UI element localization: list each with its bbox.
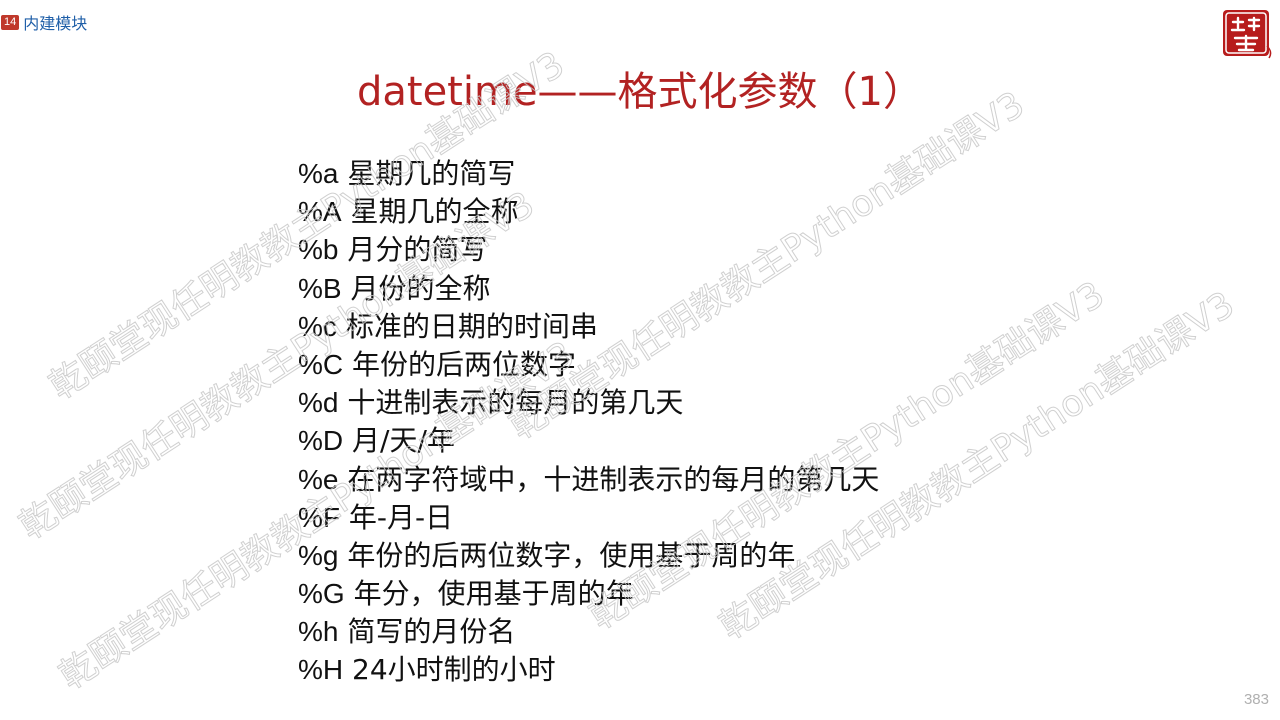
format-code: %D [298,425,344,457]
format-description: 十进制表示的每月的第几天 [347,386,684,420]
format-code: %g [298,539,339,571]
format-description: 24小时制的小时 [352,653,556,687]
format-description: 星期几的全称 [350,195,519,229]
format-description: 年份的后两位数字 [352,347,577,381]
format-item: %D 月/天/年 [298,422,879,460]
format-parameter-list: %a 星期几的简写 %A 星期几的全称 %b 月分的简写 %B 月份的全称 %c 标准的… [298,155,879,690]
format-item: %H 24小时制的小时 [298,651,879,689]
format-code: %A [298,196,342,228]
format-code: %b [298,234,339,266]
slide-title: datetime——格式化参数（1） [356,69,923,115]
format-item: %c 标准的日期的时间串 [298,308,879,346]
format-code: %e [298,463,339,495]
format-item: %A 星期几的全称 [298,193,879,231]
format-description: 年-月-日 [348,500,454,534]
section-label: 内建模块 [23,14,88,33]
page-number: 383 [1243,691,1269,708]
format-code: %G [298,578,345,610]
format-item: %C 年份的后两位数字 [298,346,879,384]
section-tag: 14 内建模块 [0,11,87,33]
format-description: 年分，使用基于周的年 [353,577,634,611]
seal-logo-icon [1223,10,1272,59]
format-description: 月分的简写 [347,233,488,267]
format-item: %F 年-月-日 [298,499,879,537]
format-code: %a [298,158,339,189]
format-description: 星期几的简写 [347,157,516,190]
format-code: %C [298,348,344,380]
format-item: %e 在两字符域中，十进制表示的每月的第几天 [298,461,879,499]
format-item: %d 十进制表示的每月的第几天 [298,384,879,422]
format-code: %c [298,310,337,342]
format-description: 月/天/年 [352,424,455,458]
section-number-badge: 14 [1,14,20,30]
format-code: %H [298,654,344,686]
format-description: 标准的日期的时间串 [345,309,598,343]
format-description: 年份的后两位数字，使用基于周的年 [347,538,796,572]
format-item: %b 月分的简写 [298,231,879,269]
format-code: %F [298,501,340,533]
format-code: %d [298,387,339,419]
format-code: %h [298,616,339,648]
format-item: %a 星期几的简写 [298,155,879,193]
format-description: 月份的全称 [350,271,491,305]
format-item: %G 年分，使用基于周的年 [298,575,879,613]
format-item: %B 月份的全称 [298,270,879,308]
format-description: 简写的月份名 [347,615,516,649]
format-item: %g 年份的后两位数字，使用基于周的年 [298,537,879,575]
format-code: %B [298,272,342,304]
format-description: 在两字符域中，十进制表示的每月的第几天 [347,462,880,496]
format-item: %h 简写的月份名 [298,613,879,651]
